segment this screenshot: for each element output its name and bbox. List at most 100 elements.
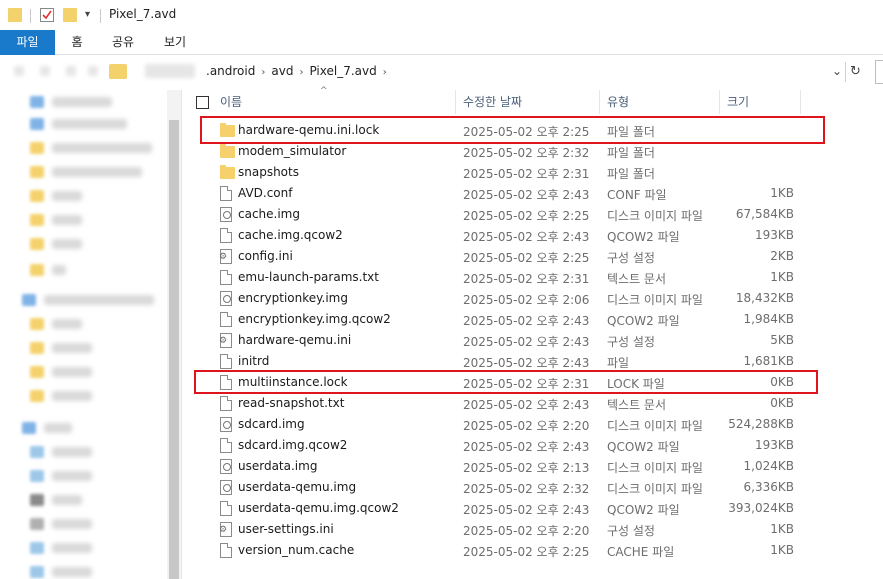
nav-item[interactable] xyxy=(30,162,142,182)
file-date: 2025-05-02 오후 2:25 xyxy=(463,545,590,559)
tab-home[interactable]: 홈 xyxy=(62,30,92,55)
file-date: 2025-05-02 오후 2:43 xyxy=(463,230,590,244)
file-date: 2025-05-02 오후 2:25 xyxy=(463,209,590,223)
document-icon xyxy=(220,543,232,558)
file-row[interactable]: hardware-qemu.ini 2025-05-02 오후 2:43 구성 … xyxy=(186,330,800,351)
nav-scrollbar-thumb[interactable] xyxy=(169,120,179,579)
nav-item[interactable] xyxy=(30,362,92,382)
column-divider[interactable] xyxy=(719,90,720,114)
file-name: userdata.img xyxy=(238,459,318,473)
quick-access-dropdown-icon[interactable]: ▾ xyxy=(85,9,90,20)
disc-image-icon xyxy=(220,417,232,432)
nav-label xyxy=(52,191,82,201)
up-button[interactable] xyxy=(88,66,98,76)
file-row[interactable]: version_num.cache 2025-05-02 오후 2:25 CAC… xyxy=(186,540,800,561)
nav-item[interactable] xyxy=(30,490,82,510)
file-row[interactable]: userdata-qemu.img.qcow2 2025-05-02 오후 2:… xyxy=(186,498,800,519)
nav-item[interactable] xyxy=(30,386,92,406)
file-name: encryptionkey.img xyxy=(238,291,348,305)
nav-item[interactable] xyxy=(30,314,82,334)
pane-divider[interactable] xyxy=(181,90,182,579)
document-icon xyxy=(220,396,232,411)
file-row[interactable]: encryptionkey.img 2025-05-02 오후 2:06 디스크… xyxy=(186,288,800,309)
file-row[interactable]: user-settings.ini 2025-05-02 오후 2:20 구성 … xyxy=(186,519,800,540)
file-row[interactable]: initrd 2025-05-02 오후 2:43 파일 1,681KB xyxy=(186,351,800,372)
file-row[interactable]: cache.img.qcow2 2025-05-02 오후 2:43 QCOW2… xyxy=(186,225,800,246)
nav-item[interactable] xyxy=(30,538,92,558)
nav-item[interactable] xyxy=(30,138,152,158)
file-row[interactable]: userdata-qemu.img 2025-05-02 오후 2:32 디스크… xyxy=(186,477,800,498)
highlight-box-multiinstance-lock xyxy=(194,370,818,394)
column-divider[interactable] xyxy=(455,90,456,114)
file-size: 393,024KB xyxy=(728,501,794,515)
back-button[interactable] xyxy=(14,66,24,76)
nav-icon xyxy=(30,264,44,276)
file-name: userdata-qemu.img.qcow2 xyxy=(238,501,399,515)
file-size: 18,432KB xyxy=(735,291,794,305)
nav-icon xyxy=(30,214,44,226)
nav-item[interactable] xyxy=(22,418,72,438)
forward-button[interactable] xyxy=(40,66,50,76)
file-row[interactable]: config.ini 2025-05-02 오후 2:25 구성 설정 2KB xyxy=(186,246,800,267)
tab-view[interactable]: 보기 xyxy=(158,30,192,55)
recent-locations-button[interactable] xyxy=(66,66,76,76)
breadcrumb-pixel7[interactable]: Pixel_7.avd xyxy=(309,64,376,78)
navigation-pane xyxy=(0,90,183,579)
file-row[interactable]: sdcard.img 2025-05-02 오후 2:20 디스크 이미지 파일… xyxy=(186,414,800,435)
file-type: 파일 폴더 xyxy=(607,167,655,181)
file-date: 2025-05-02 오후 2:43 xyxy=(463,314,590,328)
file-row[interactable]: snapshots 2025-05-02 오후 2:31 파일 폴더 xyxy=(186,162,800,183)
nav-label xyxy=(52,519,92,529)
nav-item[interactable] xyxy=(30,234,82,254)
select-all-checkbox[interactable] xyxy=(196,96,209,109)
nav-item[interactable] xyxy=(30,92,112,112)
nav-icon xyxy=(30,494,44,506)
column-header-type[interactable]: 유형 xyxy=(607,90,712,114)
file-size: 193KB xyxy=(754,228,794,242)
breadcrumb-android[interactable]: .android xyxy=(206,64,255,78)
column-header-name[interactable]: 이름 xyxy=(220,90,450,114)
nav-item[interactable] xyxy=(30,114,127,134)
tab-file[interactable]: 파일 xyxy=(0,30,55,55)
file-row[interactable]: userdata.img 2025-05-02 오후 2:13 디스크 이미지 … xyxy=(186,456,800,477)
new-folder-icon[interactable] xyxy=(63,8,77,22)
nav-item[interactable] xyxy=(22,290,154,310)
disc-image-icon xyxy=(220,480,232,495)
file-row[interactable]: read-snapshot.txt 2025-05-02 오후 2:43 텍스트… xyxy=(186,393,800,414)
refresh-icon[interactable]: ↻ xyxy=(845,62,865,82)
search-input[interactable] xyxy=(875,60,883,84)
file-row[interactable]: cache.img 2025-05-02 오후 2:25 디스크 이미지 파일 … xyxy=(186,204,800,225)
properties-icon[interactable] xyxy=(40,8,54,22)
file-size: 1,024KB xyxy=(743,459,794,473)
nav-item[interactable] xyxy=(30,338,92,358)
file-type: 디스크 이미지 파일 xyxy=(607,482,703,496)
file-type: CONF 파일 xyxy=(607,188,667,202)
address-crumb-user[interactable] xyxy=(145,64,195,78)
column-header-size[interactable]: 크기 xyxy=(727,90,797,114)
file-name: initrd xyxy=(238,354,270,368)
file-row[interactable]: AVD.conf 2025-05-02 오후 2:43 CONF 파일 1KB xyxy=(186,183,800,204)
address-dropdown-icon[interactable]: ⌄ xyxy=(829,64,845,80)
column-divider[interactable] xyxy=(599,90,600,114)
tab-share[interactable]: 공유 xyxy=(106,30,140,55)
file-row[interactable]: encryptionkey.img.qcow2 2025-05-02 오후 2:… xyxy=(186,309,800,330)
file-row[interactable]: modem_simulator 2025-05-02 오후 2:32 파일 폴더 xyxy=(186,141,800,162)
file-row[interactable]: emu-launch-params.txt 2025-05-02 오후 2:31… xyxy=(186,267,800,288)
file-size: 193KB xyxy=(754,438,794,452)
nav-item[interactable] xyxy=(30,442,92,462)
file-date: 2025-05-02 오후 2:32 xyxy=(463,482,590,496)
nav-item[interactable] xyxy=(30,210,82,230)
file-type: 구성 설정 xyxy=(607,251,655,265)
breadcrumb-avd[interactable]: avd xyxy=(271,64,293,78)
nav-item[interactable] xyxy=(30,260,66,280)
file-row[interactable]: sdcard.img.qcow2 2025-05-02 오후 2:43 QCOW… xyxy=(186,435,800,456)
settings-file-icon xyxy=(219,249,232,264)
nav-item[interactable] xyxy=(30,466,92,486)
file-size: 524,288KB xyxy=(728,417,794,431)
column-header-modified[interactable]: 수정한 날짜 xyxy=(463,90,593,114)
nav-item[interactable] xyxy=(30,514,92,534)
column-divider[interactable] xyxy=(800,90,801,114)
nav-item[interactable] xyxy=(30,186,82,206)
file-name: sdcard.img xyxy=(238,417,305,431)
nav-item[interactable] xyxy=(30,562,92,579)
